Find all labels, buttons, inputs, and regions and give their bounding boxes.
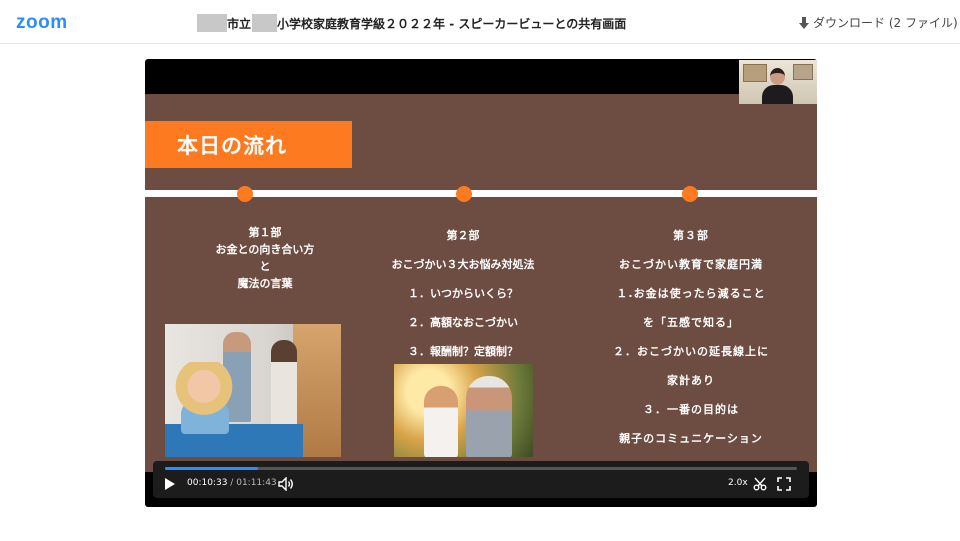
part-3-line: おこづかい教育で家庭円満: [619, 258, 763, 271]
part-2-line: ３．報酬制？定額制？: [408, 345, 518, 358]
part-3-column: 第３部 おこづかい教育で家庭円満 １.お金は使ったら減ること を「五感で知る」 …: [573, 221, 809, 453]
header-bar: zoom 市立 小学校家庭教育学級２０２２年 - スピーカービューとの共有画面 …: [0, 0, 960, 44]
volume-button[interactable]: [277, 477, 295, 491]
slide-title-box: 本日の流れ: [145, 121, 352, 168]
timeline-dot: [237, 186, 253, 202]
trim-button[interactable]: [753, 477, 767, 491]
duration: 01:11:43: [236, 478, 277, 488]
recording-title: 市立 小学校家庭教育学級２０２２年 - スピーカービューとの共有画面: [197, 13, 626, 33]
fullscreen-button[interactable]: [777, 477, 791, 491]
download-arrow-icon: [799, 16, 809, 29]
shared-screen-slide: 本日の流れ 第１部 お金との向き合い方 と 魔法の言葉 第２部 おこづかい３大お…: [145, 94, 817, 472]
download-label[interactable]: ダウンロード (2 ファイル): [813, 14, 958, 31]
part-1-heading: 第１部: [248, 226, 282, 239]
title-part-1: 市立: [227, 16, 252, 31]
part-2-line: １．いつからいくら？: [408, 287, 518, 300]
scissors-icon: [753, 477, 767, 491]
redacted-block: [197, 14, 227, 32]
slide-title: 本日の流れ: [177, 134, 287, 158]
title-part-2: 小学校家庭教育学級２０２２年 - スピーカービューとの共有画面: [277, 16, 627, 31]
part-2-line: おこづかい３大お悩み対処法: [391, 258, 535, 271]
volume-icon: [278, 477, 293, 491]
timeline-dot: [456, 186, 472, 202]
part-3-line: ２．おこづかいの延長線上に: [613, 345, 769, 358]
part-1-line: と: [259, 260, 271, 273]
time-display: 00:10:33 / 01:11:43: [187, 478, 277, 488]
grandfather-child-photo: [394, 364, 533, 457]
part-2-line: ２．高額なおこづかい: [408, 316, 518, 329]
player-controls: 00:10:33 / 01:11:43 2.0x: [153, 461, 809, 498]
speaker-video-thumbnail: [739, 60, 817, 104]
part-3-line: １.お金は使ったら減ること: [616, 287, 766, 300]
play-icon: [165, 478, 175, 490]
part-2-heading: 第２部: [446, 229, 480, 242]
part-1-column: 第１部 お金との向き合い方 と 魔法の言葉: [165, 224, 365, 292]
progress-bar[interactable]: [165, 467, 797, 470]
play-button[interactable]: [163, 477, 177, 491]
part-3-line: を「五感で知る」: [643, 316, 739, 329]
fullscreen-icon: [777, 477, 791, 491]
part-3-line: 親子のコミュニケーション: [619, 432, 763, 445]
family-argument-photo: [165, 324, 341, 457]
progress-fill: [165, 467, 258, 470]
download-link[interactable]: ダウンロード (2 ファイル): [799, 14, 958, 31]
part-3-heading: 第３部: [673, 229, 709, 242]
playback-speed[interactable]: 2.0x: [728, 478, 748, 488]
video-player[interactable]: 本日の流れ 第１部 お金との向き合い方 と 魔法の言葉 第２部 おこづかい３大お…: [145, 59, 817, 507]
zoom-logo[interactable]: zoom: [16, 12, 68, 34]
part-3-line: ３．一番の目的は: [643, 403, 739, 416]
part-1-line: 魔法の言葉: [237, 277, 293, 290]
part-2-column: 第２部 おこづかい３大お悩み対処法 １．いつからいくら？ ２．高額なおこづかい …: [363, 221, 563, 366]
redacted-block: [252, 14, 278, 32]
current-time: 00:10:33: [187, 478, 228, 488]
time-separator: /: [230, 478, 234, 488]
part-1-line: お金との向き合い方: [215, 243, 315, 256]
timeline-dot: [682, 186, 698, 202]
part-3-line: 家計あり: [667, 374, 715, 387]
